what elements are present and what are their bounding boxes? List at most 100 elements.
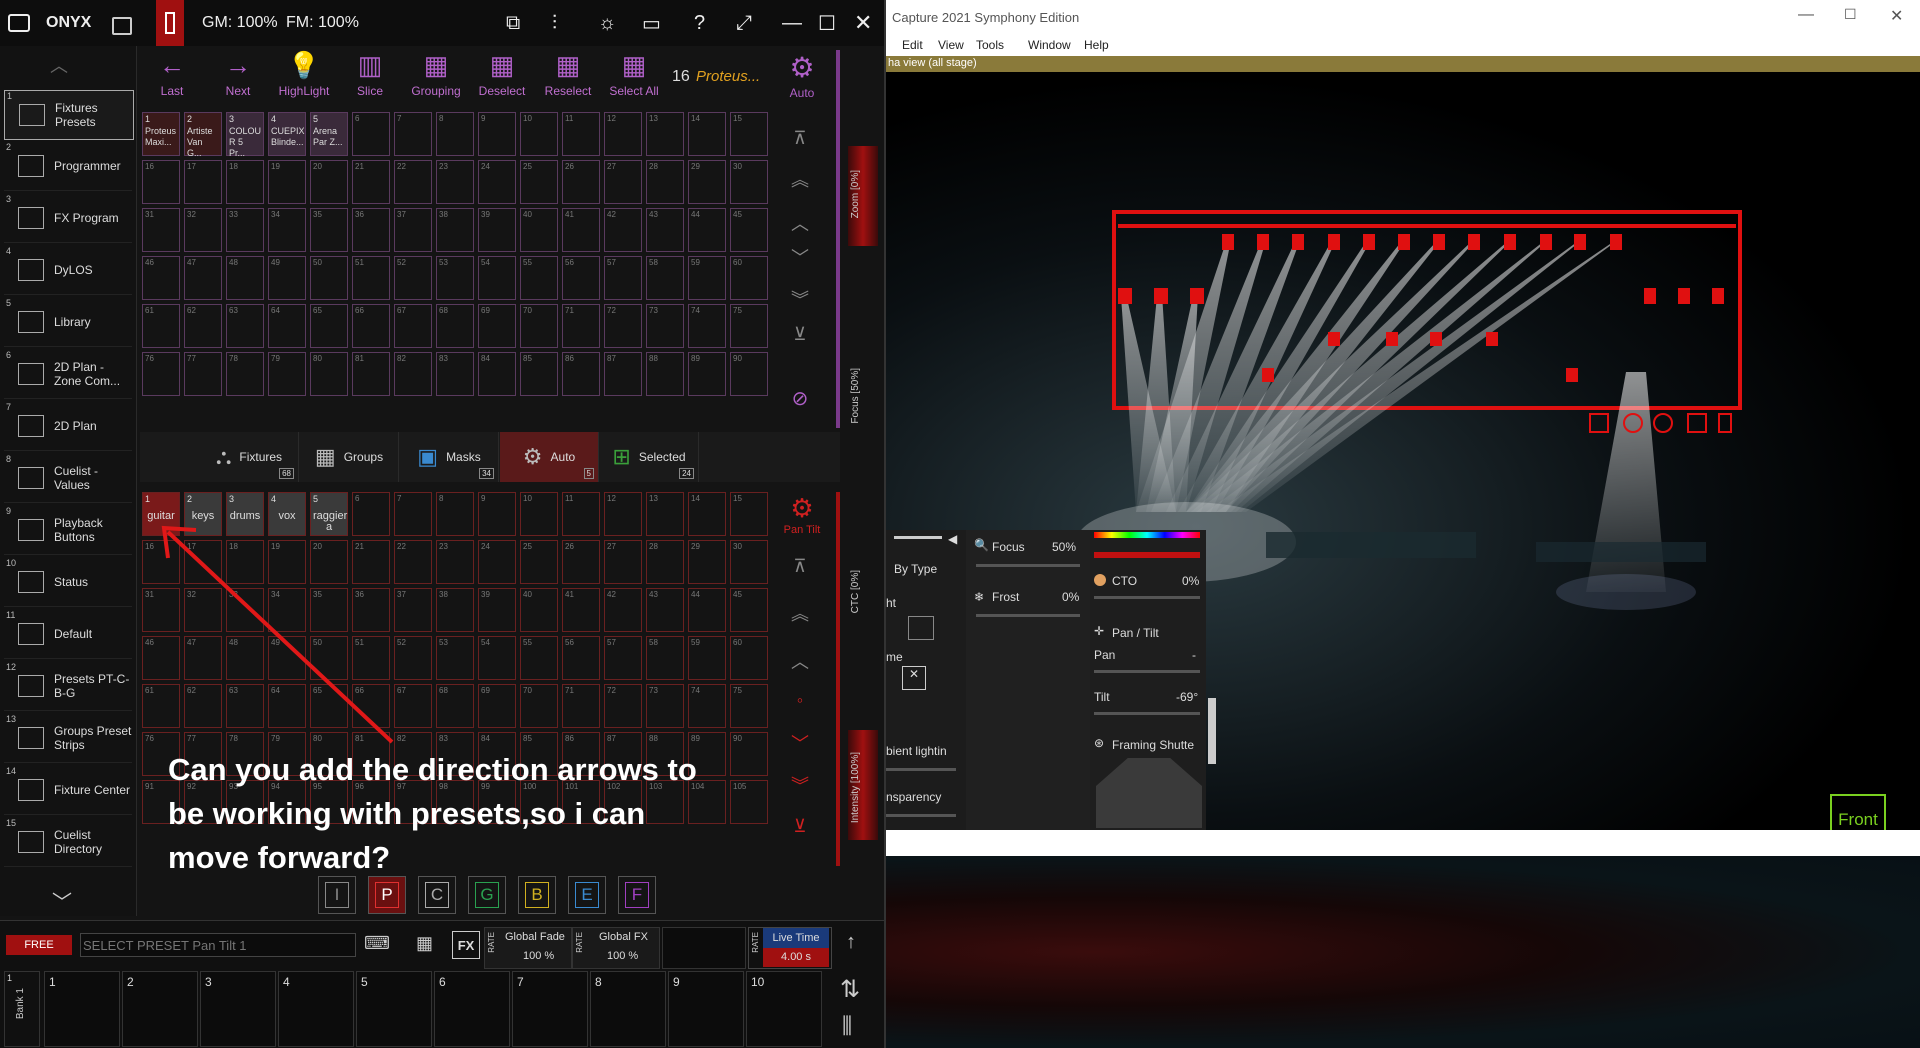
fullscreen-icon[interactable]: ⤢: [736, 0, 752, 46]
fixture-cell[interactable]: 52: [394, 256, 432, 300]
cross-icon[interactable]: ✕: [902, 666, 926, 690]
preset-cell[interactable]: 44: [688, 588, 726, 632]
playback-bank-slot[interactable]: 2: [122, 971, 198, 1047]
keyboard-icon[interactable]: ⌨: [364, 933, 390, 954]
fixture-cell[interactable]: 73: [646, 304, 684, 348]
preset-cell[interactable]: 105: [730, 780, 768, 824]
fixture-cell[interactable]: 36: [352, 208, 390, 252]
preset-cell[interactable]: 15: [730, 492, 768, 536]
free-button[interactable]: FREE: [6, 935, 72, 955]
preset-cell[interactable]: 90: [730, 732, 768, 776]
fixture-cell[interactable]: 67: [394, 304, 432, 348]
transparency-slider[interactable]: [886, 814, 956, 817]
preset-cell[interactable]: 55: [520, 636, 558, 680]
preset-cell[interactable]: 38: [436, 588, 474, 632]
fixture-cell[interactable]: 69: [478, 304, 516, 348]
playback-bank-slot[interactable]: 8: [590, 971, 666, 1047]
fixture-scrollbar[interactable]: [836, 50, 840, 428]
preset-type-e-button[interactable]: E: [568, 876, 606, 914]
fixture-cell[interactable]: 49: [268, 256, 306, 300]
playback-bank-slot[interactable]: 9: [668, 971, 744, 1047]
fixture-cell[interactable]: 89: [688, 352, 726, 396]
fixture-cell[interactable]: 3 COLOU R 5 Pr...: [226, 112, 264, 158]
framing-shutter-control[interactable]: [1096, 758, 1202, 828]
fixture-cell[interactable]: 15: [730, 112, 768, 156]
preset-type-b-button[interactable]: B: [518, 876, 556, 914]
command-line-input[interactable]: [80, 933, 356, 957]
fixture-cell[interactable]: 55: [520, 256, 558, 300]
preset-cell[interactable]: 60: [730, 636, 768, 680]
fx-button[interactable]: FX: [452, 931, 480, 959]
fixture-cell[interactable]: 27: [604, 160, 642, 204]
fixture-cell[interactable]: 9: [478, 112, 516, 156]
fixture-cell[interactable]: 33: [226, 208, 264, 252]
fixture-cell[interactable]: 79: [268, 352, 306, 396]
fixture-cell[interactable]: 40: [520, 208, 558, 252]
preset-type-p-button[interactable]: P: [368, 876, 406, 914]
preset-cell[interactable]: 13: [646, 492, 684, 536]
fixture-cell[interactable]: 8: [436, 112, 474, 156]
panel-scrollbar[interactable]: [1208, 698, 1216, 764]
focus-slider[interactable]: [976, 564, 1080, 567]
fixture-cell[interactable]: 64: [268, 304, 306, 348]
preset-cell[interactable]: 59: [688, 636, 726, 680]
fixture-cell[interactable]: 62: [184, 304, 222, 348]
preset-page-up-icon[interactable]: ︽: [782, 600, 818, 626]
playback-bank-slot[interactable]: 5: [356, 971, 432, 1047]
preset-type-c-button[interactable]: C: [418, 876, 456, 914]
fixture-cell[interactable]: 58: [646, 256, 684, 300]
toolbar-highlight-button[interactable]: 💡 HighLight: [272, 46, 336, 108]
fixture-cell[interactable]: 68: [436, 304, 474, 348]
message-icon[interactable]: ▭: [642, 0, 661, 46]
preset-scroll-bottom-icon[interactable]: ⊻: [782, 816, 818, 837]
hide-icon[interactable]: ⊘: [782, 386, 818, 411]
sidebar-item-fixture-center[interactable]: 14 Fixture Center: [4, 766, 132, 815]
cto-slider[interactable]: [1094, 596, 1200, 599]
playback-bank-slot[interactable]: 7: [512, 971, 588, 1047]
fixture-cell[interactable]: 6: [352, 112, 390, 156]
global-fx-control[interactable]: RATE Global FX 100 %: [572, 927, 660, 969]
sidebar-item-fx-program[interactable]: 3 FX Program: [4, 194, 132, 243]
minimize-icon[interactable]: —: [1798, 6, 1814, 24]
fixture-cell[interactable]: 66: [352, 304, 390, 348]
fixture-cell[interactable]: 1 Proteus Maxi...: [142, 112, 180, 156]
menu-help[interactable]: Help: [1084, 38, 1109, 52]
preset-cell[interactable]: 57: [604, 636, 642, 680]
fixture-cell[interactable]: 22: [394, 160, 432, 204]
fixture-cell[interactable]: 44: [688, 208, 726, 252]
sidebar-item-2d-plan[interactable]: 7 2D Plan: [4, 402, 132, 451]
fixture-cell[interactable]: 26: [562, 160, 600, 204]
swap-icon[interactable]: ⇅: [840, 975, 860, 1004]
fixture-cell[interactable]: 43: [646, 208, 684, 252]
preset-cell[interactable]: 9: [478, 492, 516, 536]
preset-cell[interactable]: 41: [562, 588, 600, 632]
fixture-cell[interactable]: 20: [310, 160, 348, 204]
bulb-icon[interactable]: [908, 616, 934, 640]
step-up-icon[interactable]: ︿: [782, 210, 818, 236]
preset-cell[interactable]: 27: [604, 540, 642, 584]
fixture-cell[interactable]: 82: [394, 352, 432, 396]
preset-cell[interactable]: 25: [520, 540, 558, 584]
playback-bank-slot[interactable]: 10: [746, 971, 822, 1047]
sidebar-item-playback-buttons[interactable]: 9 Playback Buttons: [4, 506, 132, 555]
playback-bank-slot[interactable]: 1: [44, 971, 120, 1047]
preset-step-down-icon[interactable]: ﹀: [782, 730, 818, 756]
preset-cell[interactable]: 14: [688, 492, 726, 536]
fixture-cell[interactable]: 31: [142, 208, 180, 252]
preset-cell[interactable]: 40: [520, 588, 558, 632]
pan-tilt-button[interactable]: ⚙ Pan Tilt: [782, 492, 822, 536]
fixture-cell[interactable]: 51: [352, 256, 390, 300]
preset-cell[interactable]: 8: [436, 492, 474, 536]
fixture-cell[interactable]: 29: [688, 160, 726, 204]
fixture-cell[interactable]: 75: [730, 304, 768, 348]
fixture-cell[interactable]: 35: [310, 208, 348, 252]
fixture-cell[interactable]: 13: [646, 112, 684, 156]
fixture-cell[interactable]: 5 Arena Par Z...: [310, 112, 348, 156]
menu-view[interactable]: View: [938, 38, 964, 52]
preset-type-f-button[interactable]: F: [618, 876, 656, 914]
fixture-cell[interactable]: 25: [520, 160, 558, 204]
preset-cell[interactable]: 10: [520, 492, 558, 536]
auto-button[interactable]: ⚙ Auto: [780, 50, 824, 100]
preset-cell[interactable]: 42: [604, 588, 642, 632]
fixture-cell[interactable]: 41: [562, 208, 600, 252]
